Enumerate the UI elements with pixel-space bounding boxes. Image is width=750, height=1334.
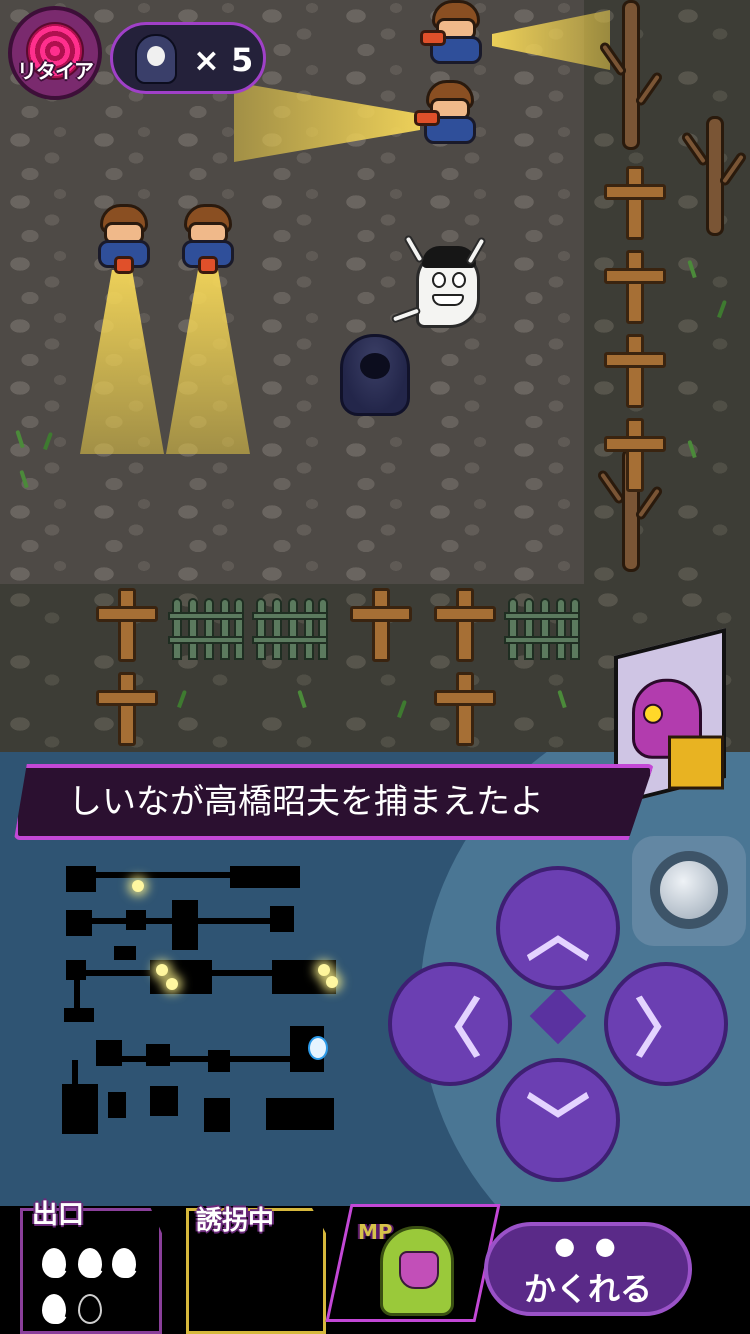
map-room — [108, 1092, 126, 1118]
map-room — [96, 1040, 122, 1066]
map-room — [64, 1008, 94, 1022]
map-light-marker — [318, 964, 330, 976]
hide-label: かくれる — [523, 1270, 652, 1308]
retire-button[interactable]: リタイア — [8, 6, 102, 100]
mp-label: MP — [358, 1220, 393, 1244]
arrow-down-icon: ﹀ — [526, 1089, 590, 1163]
grass-blade — [43, 431, 53, 451]
dpad-up-button[interactable]: ︿ — [496, 866, 620, 990]
iron-fence — [252, 590, 328, 660]
grave-cross — [434, 588, 496, 662]
message-text: しいなが高橋昭夫を捕まえたよ — [68, 782, 544, 822]
grave-cross — [350, 588, 412, 662]
minimap — [60, 860, 350, 1140]
kidnap-label: 誘拐中 — [196, 1206, 275, 1236]
grave-cross — [434, 672, 496, 746]
kid-with-flashlight — [178, 204, 238, 276]
kid-with-flashlight — [414, 80, 480, 152]
iron-fence — [504, 590, 580, 660]
player-location-icon — [308, 1036, 328, 1060]
grave-cross — [96, 588, 158, 662]
grass-blade — [15, 429, 25, 449]
exit-label: 出口 — [32, 1200, 85, 1230]
soul-empty-icon — [78, 1294, 102, 1324]
ghost-count-badge: × 5 — [110, 22, 266, 94]
reaper-ghost-icon — [135, 34, 177, 84]
map-room — [230, 866, 270, 888]
dpad-left-button[interactable]: 〈 — [388, 962, 512, 1086]
grass-blade — [19, 469, 29, 489]
map-room — [204, 1098, 230, 1132]
grave-cross — [604, 334, 666, 408]
joystick[interactable] — [632, 836, 746, 946]
map-room — [270, 866, 300, 888]
map-light-marker — [326, 976, 338, 988]
arrow-right-icon: 〉 — [634, 993, 698, 1067]
map-room — [172, 900, 198, 950]
ghost-count-text: × 5 — [193, 41, 254, 79]
flashlight-beam — [492, 10, 610, 70]
soul-icon — [112, 1248, 136, 1278]
flashlight-beam — [234, 82, 420, 162]
map-room — [270, 906, 294, 932]
flashlight-beam — [80, 270, 164, 454]
map-room — [146, 1044, 170, 1066]
map-corridor — [74, 976, 80, 1012]
dpad-down-button[interactable]: ﹀ — [496, 1058, 620, 1182]
map-light-marker — [156, 964, 168, 976]
iron-fence — [168, 590, 244, 660]
hide-button[interactable]: ● ● かくれる — [484, 1222, 692, 1316]
soul-icon — [42, 1294, 66, 1324]
map-room — [208, 1050, 230, 1072]
grave-cross — [604, 418, 666, 492]
map-light-marker — [166, 978, 178, 990]
map-room — [266, 1098, 334, 1130]
map-room — [62, 1084, 98, 1134]
retire-label: リタイア — [17, 59, 94, 83]
map-corridor — [96, 1056, 316, 1062]
dead-tree — [680, 110, 750, 236]
flashlight-beam — [166, 270, 250, 454]
eyes-icon: ● ● — [554, 1232, 622, 1260]
dead-tree — [596, 0, 666, 150]
map-room — [150, 1086, 178, 1116]
reaper-shadow — [340, 334, 410, 416]
soul-icon — [78, 1248, 102, 1278]
joystick-knob[interactable] — [650, 851, 728, 929]
map-room — [66, 866, 96, 892]
arrow-left-icon: 〈 — [418, 993, 482, 1067]
kid-with-flashlight — [94, 204, 154, 276]
map-room — [114, 946, 136, 960]
grave-cross — [96, 672, 158, 746]
kid-with-flashlight — [420, 0, 486, 72]
arrow-up-icon: ︿ — [526, 897, 590, 971]
game-field — [0, 0, 750, 752]
player-ghost — [390, 234, 492, 334]
demon-suit — [668, 735, 724, 790]
grave-cross — [604, 166, 666, 240]
grave-cross — [604, 250, 666, 324]
dpad-right-button[interactable]: 〉 — [604, 962, 728, 1086]
soul-icon — [42, 1248, 66, 1278]
map-room — [126, 910, 146, 930]
map-light-marker — [132, 880, 144, 892]
